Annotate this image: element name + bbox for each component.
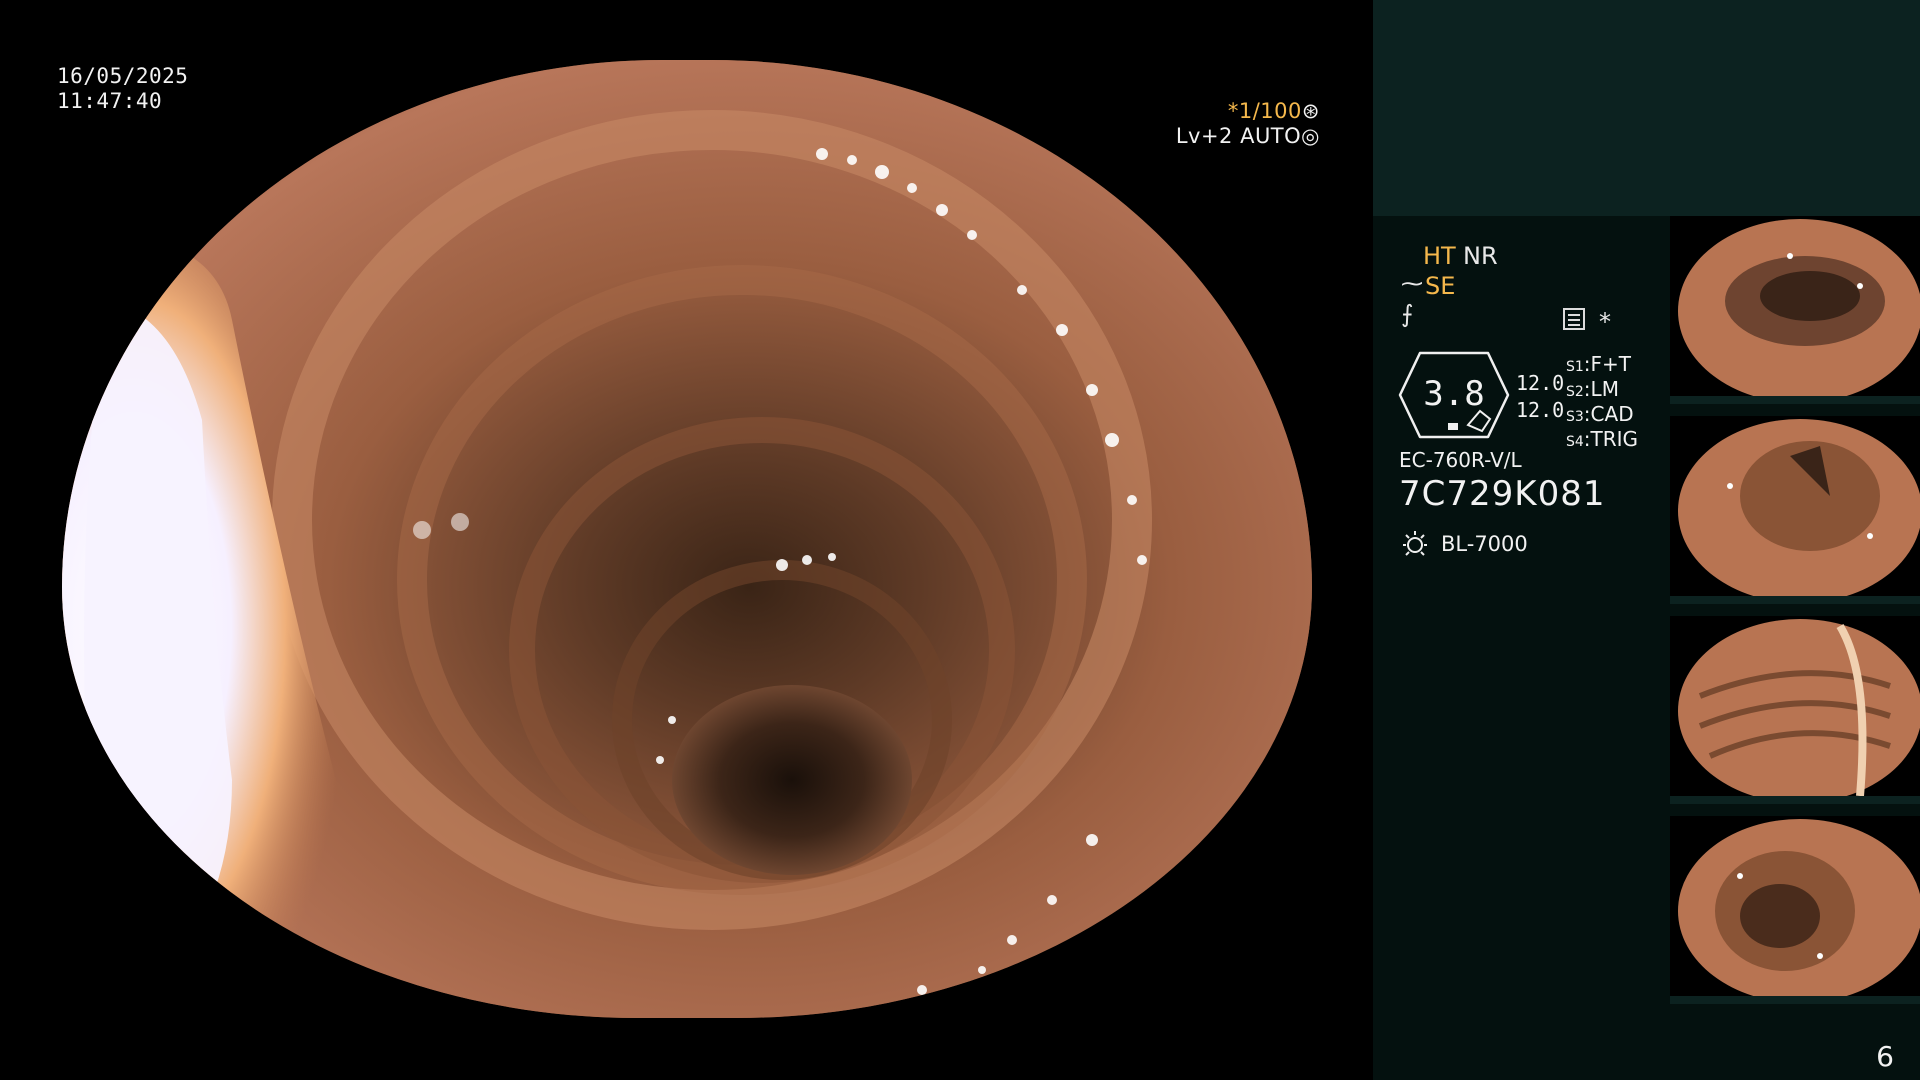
function-icon: ⨍ [1401,300,1414,328]
shutter-speed-text: *1/100 [1227,99,1302,123]
capture-thumbnail[interactable] [1670,616,1920,804]
light-source-model: BL-7000 [1441,532,1528,556]
target-icon: ◎ [1301,124,1320,148]
thumbnail-image [1678,619,1920,803]
status-block: HT NR ⁓ SE ⨍ * 3.8 12.0 12.0 S1:F+T S2:L… [1373,216,1663,1080]
ht-indicator: HT [1423,242,1456,270]
slot-s2: S2:LM [1566,377,1619,401]
se-indicator: SE [1425,272,1456,300]
slot-s3: S3:CAD [1566,402,1634,426]
scope-model: EC-760R-V/L [1399,448,1522,472]
slot-s4: S4:TRIG [1566,427,1639,451]
date-text: 16/05/2025 [57,64,189,88]
page-number: 6 [1876,1040,1894,1073]
light-source-icon [1403,531,1427,556]
endoscope-image [62,60,1312,1018]
panel-header-area [1373,0,1920,216]
capture-thumbnail[interactable] [1670,216,1920,404]
slot-s1: S1:F+T [1566,352,1632,376]
thumbnail-image [1678,419,1920,603]
level-top-value: 12.0 [1516,371,1565,395]
capture-thumbnail[interactable] [1670,416,1920,604]
capture-thumbnail[interactable] [1670,816,1920,1004]
level-bottom-value: 12.0 [1516,398,1565,422]
star-indicator: * [1599,308,1611,336]
structure-enhance-icon: ⁓ [1401,272,1423,297]
level-text: Lv+2 AUTO [1175,124,1302,148]
scope-serial: 7C729K081 [1399,474,1606,514]
datetime-readout: 16/05/2025 11:47:40 [57,64,188,114]
aperture-icon: ⊛ [1301,99,1320,123]
exposure-readout: *1/100⊛ Lv+2 AUTO◎ [1176,99,1320,149]
list-icon [1563,308,1585,330]
endoscope-view [62,60,1312,1018]
thumbnail-image [1678,219,1920,403]
zoom-value: 3.8 [1423,374,1485,414]
nr-indicator: NR [1463,242,1498,270]
time-text: 11:47:40 [57,89,163,113]
thumbnail-image [1678,819,1920,1003]
